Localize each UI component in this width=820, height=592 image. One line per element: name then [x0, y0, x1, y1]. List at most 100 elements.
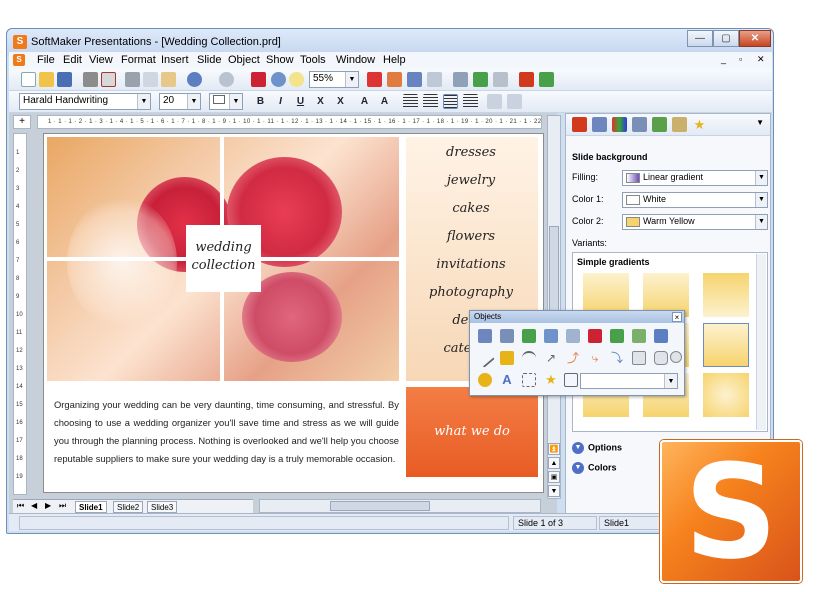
slide-body-text[interactable]: Organizing your wedding can be very daun… [54, 396, 399, 468]
font-select[interactable]: Harald Handwriting ▼ [19, 93, 151, 110]
star-icon[interactable]: ★ [544, 373, 558, 387]
textmaker-icon[interactable] [519, 72, 534, 87]
scroll-thumb[interactable] [330, 501, 430, 511]
textmaker-object-icon[interactable] [588, 329, 602, 343]
eyedropper-icon[interactable] [427, 72, 442, 87]
font-color-icon[interactable] [367, 72, 382, 87]
save-icon[interactable] [57, 72, 72, 87]
textart-icon[interactable]: A [500, 373, 514, 387]
video-icon[interactable] [654, 329, 668, 343]
align-center-icon[interactable] [423, 94, 438, 109]
frame-icon[interactable] [478, 329, 492, 343]
table-icon[interactable] [251, 72, 266, 87]
chart-frame-icon[interactable] [544, 329, 558, 343]
placeholder-icon[interactable] [564, 373, 578, 387]
menu-window[interactable]: Window [336, 54, 375, 66]
horizontal-scrollbar[interactable] [259, 499, 541, 513]
menu-slide[interactable]: Slide [197, 54, 221, 66]
tab-slide1[interactable]: Slide1 [75, 501, 107, 513]
menu-tools[interactable]: Tools [300, 54, 326, 66]
transition-icon[interactable] [652, 117, 667, 132]
undo-icon[interactable] [187, 72, 202, 87]
what-we-do-box[interactable]: what we do [406, 387, 538, 477]
curve-icon[interactable] [522, 351, 536, 365]
chevron-down-icon[interactable]: ▼ [755, 193, 767, 207]
chevron-down-icon[interactable]: ▼ [755, 171, 767, 185]
align-right-icon[interactable] [463, 94, 478, 109]
chevron-down-icon[interactable]: ▼ [664, 374, 677, 388]
text-frame-icon[interactable] [387, 72, 402, 87]
last-slide-icon[interactable]: ⏭ [59, 501, 66, 511]
chevron-down-icon[interactable]: ▼ [572, 462, 584, 474]
animation-icon[interactable] [672, 117, 687, 132]
minimize-button[interactable]: — [687, 30, 713, 47]
spellcheck-icon[interactable] [473, 72, 488, 87]
indent-decrease-icon[interactable] [487, 94, 502, 109]
navigator-icon[interactable] [271, 72, 286, 87]
app-icon[interactable]: S [13, 35, 27, 49]
superscript-button[interactable]: A [357, 94, 372, 109]
mdi-minimize-button[interactable]: _ [721, 54, 726, 64]
next-slide-icon[interactable]: ▶ [45, 501, 51, 510]
color-scheme-icon[interactable] [612, 117, 627, 132]
planmaker-icon[interactable] [539, 72, 554, 87]
menu-help[interactable]: Help [383, 54, 406, 66]
arrow-icon[interactable]: ↗ [544, 351, 558, 365]
mdi-close-button[interactable]: ✕ [757, 54, 765, 65]
chevron-down-icon[interactable]: ▼ [572, 442, 584, 454]
color2-select[interactable]: Warm Yellow ▼ [622, 214, 768, 230]
close-button[interactable]: ✕ [739, 30, 771, 47]
tab-slide3[interactable]: Slide3 [147, 501, 178, 513]
menu-show[interactable]: Show [266, 54, 294, 66]
print-icon[interactable] [83, 72, 98, 87]
align-left-icon[interactable] [403, 94, 418, 109]
menu-object[interactable]: Object [228, 54, 260, 66]
mdi-restore-button[interactable]: ▫ [739, 54, 742, 64]
chevron-down-icon[interactable]: ▼ [137, 94, 150, 109]
indent-increase-icon[interactable] [507, 94, 522, 109]
next-page-icon[interactable]: ▼ [548, 485, 560, 497]
gradient-variant-selected[interactable] [703, 323, 749, 367]
redo-icon[interactable] [219, 72, 234, 87]
new-icon[interactable] [21, 72, 36, 87]
colors-section[interactable]: ▼ Colors [572, 462, 617, 478]
options-section[interactable]: ▼ Options [572, 442, 622, 458]
chevron-down-icon[interactable]: ▼ [755, 215, 767, 229]
ole-object-icon[interactable] [566, 329, 580, 343]
font-size-select[interactable]: 20 ▼ [159, 93, 201, 110]
first-slide-icon[interactable]: ⏮ [17, 501, 24, 511]
master-icon[interactable] [592, 117, 607, 132]
paste-icon[interactable] [161, 72, 176, 87]
design-icon[interactable] [632, 117, 647, 132]
gradient-variant[interactable] [703, 373, 749, 417]
strikethrough-button[interactable]: X [313, 94, 328, 109]
color1-select[interactable]: White ▼ [622, 192, 768, 208]
vertical-ruler[interactable]: 1 2 3 4 5 6 7 8 9 10 11 12 13 14 15 16 1… [13, 133, 27, 495]
gradient-variant[interactable] [703, 273, 749, 317]
rounded-rectangle-icon[interactable] [654, 351, 668, 365]
prev-page-icon[interactable]: ▲ [548, 457, 560, 469]
copy-icon[interactable] [143, 72, 158, 87]
close-icon[interactable]: × [672, 312, 682, 322]
maximize-button[interactable]: ▢ [713, 30, 739, 47]
prev-slide-icon[interactable]: ◀ [31, 501, 37, 510]
underline-button[interactable]: U [293, 94, 308, 109]
zoom-icon[interactable] [289, 72, 304, 87]
pencil-icon[interactable] [500, 351, 514, 365]
objects-title[interactable]: Objects [470, 311, 684, 323]
vertical-scrollbar[interactable] [547, 115, 561, 499]
bold-button[interactable]: B [253, 94, 268, 109]
menu-insert[interactable]: Insert [161, 54, 189, 66]
brand-box[interactable]: wedding collection [186, 225, 261, 292]
tab-slide2[interactable]: Slide2 [113, 501, 144, 513]
paragraph-icon[interactable] [453, 72, 468, 87]
fill-select[interactable]: ▼ [209, 93, 243, 110]
star-icon[interactable]: ★ [692, 117, 707, 132]
line-icon[interactable] [475, 348, 495, 368]
text-frame-icon[interactable] [522, 373, 536, 387]
autoshape-icon[interactable] [478, 373, 492, 387]
first-page-icon[interactable]: ⏫ [548, 443, 560, 455]
open-icon[interactable] [39, 72, 54, 87]
filling-select[interactable]: Linear gradient ▼ [622, 170, 768, 186]
picture-icon[interactable] [407, 72, 422, 87]
